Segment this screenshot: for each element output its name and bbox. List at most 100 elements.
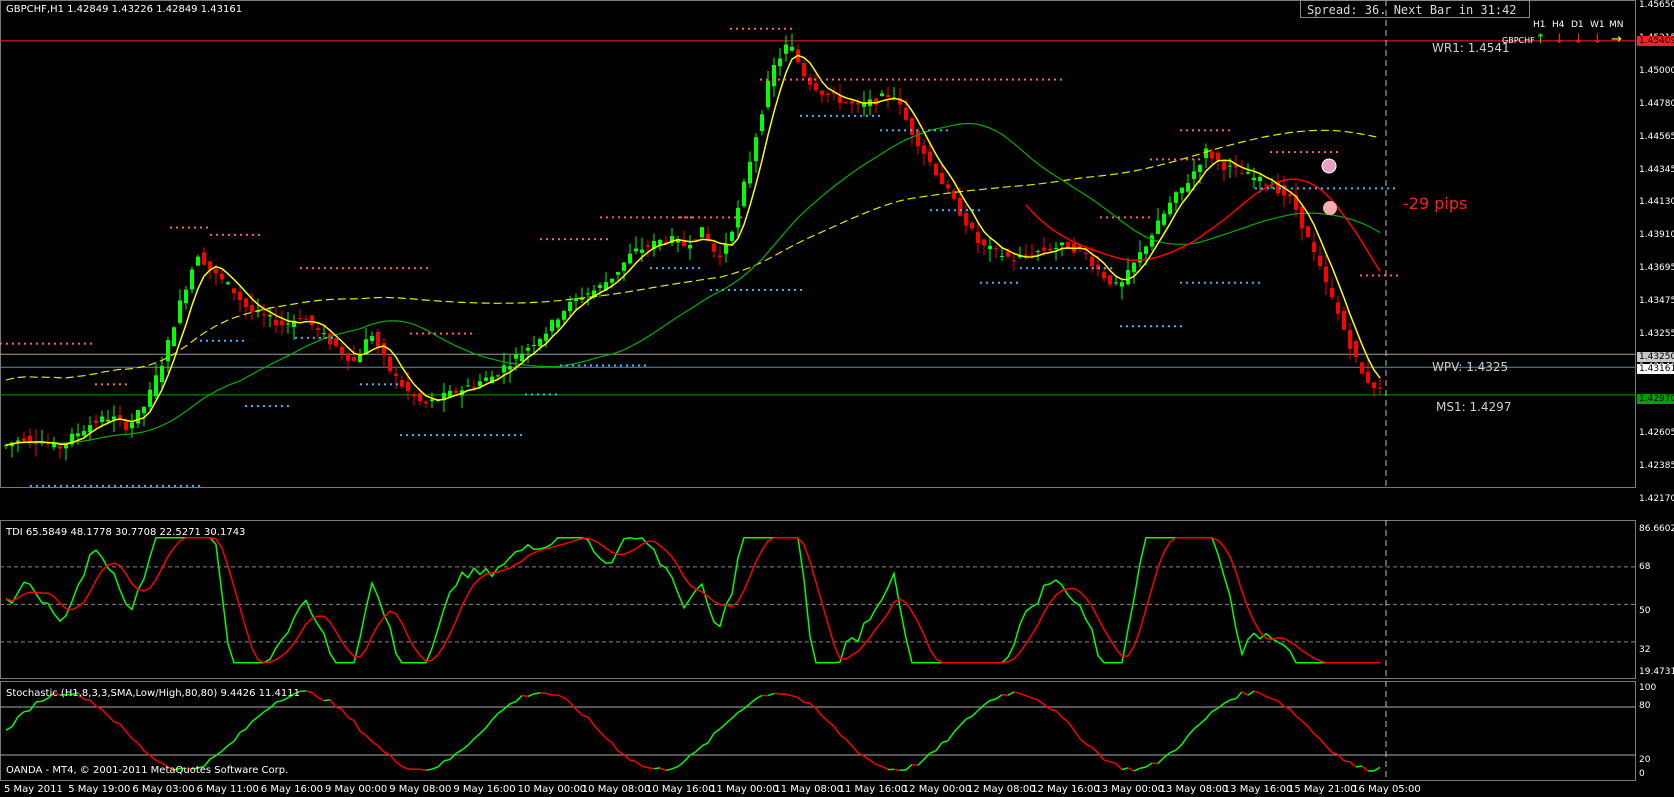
candle-body xyxy=(244,298,248,308)
candle-body xyxy=(58,446,62,449)
support-dot xyxy=(520,434,522,437)
support-dot xyxy=(1345,187,1347,190)
candle-body xyxy=(712,243,716,252)
support-dot xyxy=(872,114,874,117)
candle-body xyxy=(160,365,164,383)
candle-body xyxy=(424,401,428,404)
stochastic-segment xyxy=(509,700,517,705)
support-dot xyxy=(478,434,480,437)
support-dot xyxy=(138,484,140,487)
candle-body xyxy=(1300,206,1304,229)
candle-body xyxy=(1342,311,1346,330)
candle-body xyxy=(1240,173,1244,175)
support-dot xyxy=(307,336,309,339)
support-dot xyxy=(192,484,194,487)
support-dot xyxy=(331,336,333,339)
resistance-dot xyxy=(982,78,984,81)
resistance-dot xyxy=(330,267,332,270)
stochastic-segment xyxy=(443,758,451,762)
resistance-dot xyxy=(360,267,362,270)
candle-body xyxy=(610,278,614,283)
resistance-dot xyxy=(48,342,50,345)
time-tick: 12 May 16:00 xyxy=(1031,784,1100,795)
stochastic-segment xyxy=(593,724,601,733)
stochastic-segment xyxy=(125,730,133,740)
candle-body xyxy=(334,338,338,347)
resistance-dot xyxy=(1276,151,1278,154)
support-dot xyxy=(454,434,456,437)
candle-body xyxy=(934,163,938,176)
stochastic-segment xyxy=(239,728,247,734)
candle-body xyxy=(562,311,566,320)
support-dot xyxy=(940,129,942,132)
candle-body xyxy=(394,373,398,377)
candle-body xyxy=(880,93,884,97)
resistance-dot xyxy=(540,238,542,241)
resistance-dot xyxy=(880,78,882,81)
time-tick: 12 May 00:00 xyxy=(902,784,972,795)
resistance-dot xyxy=(90,342,92,345)
candle-body xyxy=(130,422,134,429)
candle-body xyxy=(190,269,194,290)
resistance-dot xyxy=(1318,151,1320,154)
resistance-dot xyxy=(426,267,428,270)
resistance-dot xyxy=(306,267,308,270)
candle-body xyxy=(760,114,764,132)
resistance-dot xyxy=(748,27,750,30)
resistance-dot xyxy=(342,267,344,270)
time-tick: 10 May 00:00 xyxy=(517,784,587,795)
resistance-dot xyxy=(1048,78,1050,81)
resistance-dot xyxy=(1000,78,1002,81)
support-dot xyxy=(1062,267,1064,270)
resistance-dot xyxy=(60,342,62,345)
resistance-dot xyxy=(422,332,424,335)
resistance-dot xyxy=(952,78,954,81)
time-tick: 9 May 16:00 xyxy=(453,784,516,795)
support-dot xyxy=(566,364,568,367)
support-dot xyxy=(1261,187,1263,190)
support-dot xyxy=(1303,187,1305,190)
resistance-dot xyxy=(690,216,692,219)
support-dot xyxy=(572,364,574,367)
support-dot xyxy=(1016,281,1018,284)
stochastic-segment xyxy=(401,765,409,770)
support-dot xyxy=(782,288,784,291)
support-dot xyxy=(960,209,962,212)
resistance-dot xyxy=(234,233,236,236)
stochastic-segment xyxy=(1127,767,1135,772)
support-dot xyxy=(96,484,98,487)
stochastic-segment xyxy=(29,701,37,712)
support-dot xyxy=(1092,267,1094,270)
resistance-dot xyxy=(188,226,190,229)
resistance-dot xyxy=(1168,158,1170,161)
stochastic-segment xyxy=(959,718,967,727)
support-dot xyxy=(1273,187,1275,190)
candle-body xyxy=(1036,250,1040,252)
candle-body xyxy=(1264,184,1268,186)
price-tick: 1.43475 xyxy=(1639,296,1674,307)
stochastic-tick: 80 xyxy=(1639,701,1651,711)
stochastic-segment xyxy=(263,707,271,713)
candle-body xyxy=(328,333,332,345)
stochastic-segment xyxy=(911,763,919,767)
stochastic-segment xyxy=(1217,702,1225,709)
support-dot xyxy=(1315,187,1317,190)
stochastic-segment xyxy=(701,742,709,747)
stochastic-segment xyxy=(527,693,535,698)
support-dot xyxy=(198,484,200,487)
support-dot xyxy=(325,336,327,339)
resistance-dot xyxy=(838,78,840,81)
support-dot xyxy=(396,383,398,386)
candle-body xyxy=(736,207,740,228)
candle-body xyxy=(820,90,824,95)
stochastic-segment xyxy=(353,720,361,732)
resistance-dot xyxy=(910,78,912,81)
support-dot xyxy=(84,484,86,487)
stochastic-segment xyxy=(485,719,493,729)
resistance-dot xyxy=(946,78,948,81)
support-dot xyxy=(360,383,362,386)
price-axis: 1.456501.452151.450001.447801.445651.443… xyxy=(1636,0,1674,520)
resistance-dot xyxy=(1324,151,1326,154)
candle-body xyxy=(250,304,254,312)
support-dot xyxy=(942,209,944,212)
